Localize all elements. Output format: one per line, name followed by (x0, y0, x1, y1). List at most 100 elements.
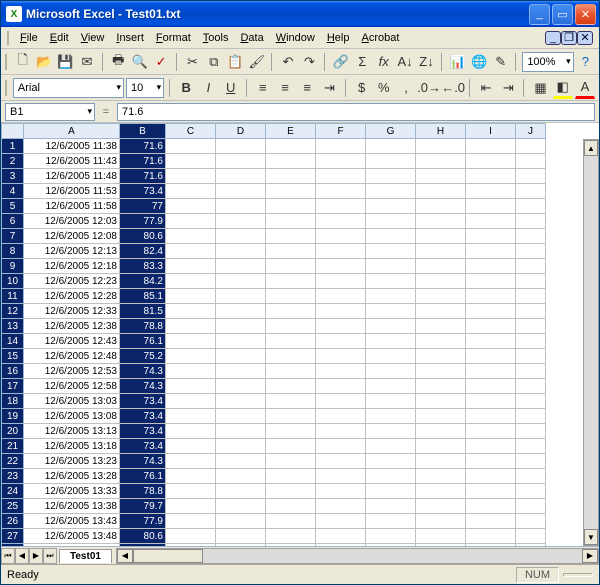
row-header[interactable]: 8 (2, 244, 24, 259)
cell[interactable] (416, 214, 466, 229)
cell[interactable] (166, 229, 216, 244)
cell[interactable]: 12/6/2005 13:33 (24, 484, 120, 499)
cell[interactable] (166, 529, 216, 544)
cell[interactable] (316, 139, 366, 154)
cell[interactable] (366, 169, 416, 184)
cell[interactable] (416, 424, 466, 439)
col-header-I[interactable]: I (466, 124, 516, 139)
cell[interactable]: 12/6/2005 13:53 (24, 544, 120, 547)
row-header[interactable]: 2 (2, 154, 24, 169)
cell[interactable] (266, 469, 316, 484)
cell[interactable] (416, 274, 466, 289)
cell[interactable] (216, 439, 266, 454)
cell[interactable] (166, 409, 216, 424)
cell[interactable] (366, 289, 416, 304)
cell[interactable] (516, 379, 546, 394)
cell[interactable] (516, 469, 546, 484)
cell[interactable] (166, 349, 216, 364)
cell[interactable] (316, 349, 366, 364)
underline-button[interactable]: U (221, 77, 241, 99)
cell[interactable]: 12/6/2005 11:38 (24, 139, 120, 154)
cell[interactable] (316, 379, 366, 394)
cell[interactable] (166, 244, 216, 259)
cell[interactable] (216, 394, 266, 409)
cell[interactable] (416, 439, 466, 454)
cell[interactable] (166, 439, 216, 454)
cell[interactable] (316, 154, 366, 169)
cell[interactable]: 77.9 (120, 514, 166, 529)
cell[interactable] (416, 334, 466, 349)
cell[interactable] (416, 349, 466, 364)
cell[interactable] (416, 199, 466, 214)
cell[interactable] (416, 529, 466, 544)
menu-view[interactable]: View (75, 30, 111, 46)
menu-data[interactable]: Data (234, 30, 269, 46)
sort-asc-button[interactable]: A↓ (395, 51, 414, 73)
cell[interactable] (216, 289, 266, 304)
col-header-B[interactable]: B (120, 124, 166, 139)
cell[interactable] (466, 139, 516, 154)
cell[interactable] (166, 139, 216, 154)
cell[interactable] (266, 379, 316, 394)
cell[interactable]: 78.8 (120, 319, 166, 334)
cell[interactable] (516, 499, 546, 514)
cell[interactable] (516, 184, 546, 199)
cell[interactable] (366, 184, 416, 199)
scroll-up-button[interactable]: ▲ (584, 140, 598, 156)
cell[interactable] (216, 424, 266, 439)
cell[interactable] (366, 259, 416, 274)
cell[interactable] (466, 409, 516, 424)
increase-decimal-button[interactable]: .0→ (418, 77, 440, 99)
borders-button[interactable]: ▦ (530, 77, 550, 99)
cell[interactable]: 12/6/2005 12:58 (24, 379, 120, 394)
cell[interactable] (366, 199, 416, 214)
cell[interactable] (216, 304, 266, 319)
doc-restore-button[interactable]: ❐ (561, 31, 577, 45)
row-header[interactable]: 20 (2, 424, 24, 439)
row-header[interactable]: 21 (2, 439, 24, 454)
cell[interactable] (466, 424, 516, 439)
cell[interactable]: 12/6/2005 12:48 (24, 349, 120, 364)
cell[interactable] (366, 439, 416, 454)
cell[interactable] (266, 169, 316, 184)
cell[interactable]: 12/6/2005 11:43 (24, 154, 120, 169)
hyperlink-button[interactable]: 🔗 (331, 51, 350, 73)
email-button[interactable]: ✉ (77, 51, 96, 73)
cell[interactable] (416, 409, 466, 424)
undo-button[interactable]: ↶ (278, 51, 297, 73)
cell[interactable] (266, 334, 316, 349)
row-header[interactable]: 28 (2, 544, 24, 547)
percent-button[interactable]: % (374, 77, 394, 99)
cut-button[interactable]: ✂ (183, 51, 202, 73)
cell[interactable]: 78.8 (120, 484, 166, 499)
cell[interactable] (466, 529, 516, 544)
help-button[interactable]: ? (576, 51, 595, 73)
cell[interactable] (166, 469, 216, 484)
cell[interactable] (466, 199, 516, 214)
maximize-button[interactable]: ▭ (552, 4, 573, 25)
cell[interactable]: 12/6/2005 13:03 (24, 394, 120, 409)
row-header[interactable]: 19 (2, 409, 24, 424)
cell[interactable]: 77.9 (120, 214, 166, 229)
cell[interactable] (366, 334, 416, 349)
row-header[interactable]: 3 (2, 169, 24, 184)
cell[interactable] (466, 499, 516, 514)
cell[interactable] (266, 499, 316, 514)
cell[interactable] (166, 199, 216, 214)
cell[interactable] (416, 139, 466, 154)
cell[interactable] (466, 349, 516, 364)
cell[interactable] (166, 499, 216, 514)
map-button[interactable]: 🌐 (470, 51, 489, 73)
cell[interactable] (316, 259, 366, 274)
col-header-E[interactable]: E (266, 124, 316, 139)
cell[interactable]: 80.6 (120, 229, 166, 244)
row-header[interactable]: 22 (2, 454, 24, 469)
cell[interactable] (466, 229, 516, 244)
cell[interactable] (216, 139, 266, 154)
tab-first-button[interactable]: ⏮ (1, 548, 15, 564)
cell[interactable] (266, 484, 316, 499)
cell[interactable] (466, 244, 516, 259)
cell[interactable] (166, 259, 216, 274)
fill-color-button[interactable]: ◧ (553, 77, 573, 99)
close-button[interactable]: ✕ (575, 4, 596, 25)
